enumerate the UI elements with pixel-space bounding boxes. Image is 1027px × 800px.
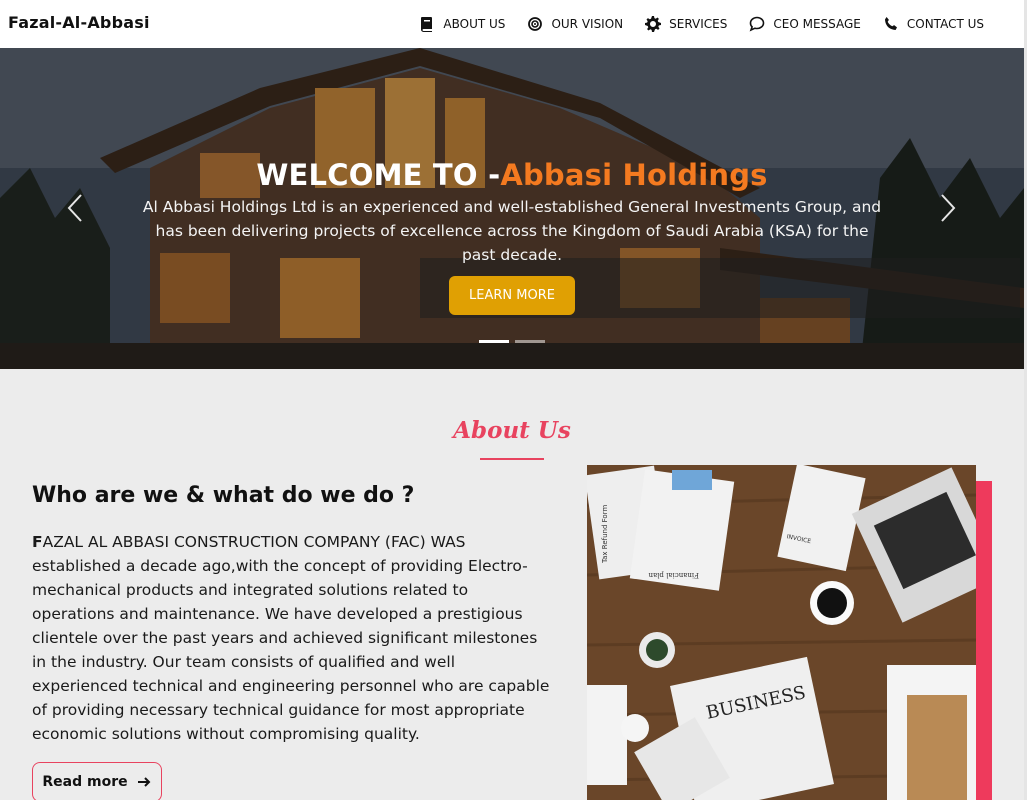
carousel-prev-button[interactable] — [66, 193, 86, 223]
brand-logo-text[interactable]: Fazal-Al-Abbasi — [8, 13, 150, 32]
gear-icon — [645, 16, 662, 32]
photo-label-financial-plan: Financial plan — [648, 571, 699, 579]
about-subheading: Who are we & what do we do ? — [32, 483, 415, 508]
nav-ceo-message[interactable]: CEO MESSAGE — [749, 16, 861, 32]
hero-carousel: WELCOME TO -Abbasi Holdings Al Abbasi Ho… — [0, 48, 1024, 369]
nav-about-us-label: ABOUT US — [443, 17, 506, 31]
nav-contact-us-label: CONTACT US — [906, 17, 984, 31]
nav-services-label: SERVICES — [669, 17, 728, 31]
photo-accent-bar — [976, 481, 992, 800]
about-paragraph: FAZAL AL ABBASI CONSTRUCTION COMPANY (FA… — [32, 530, 552, 746]
carousel-indicator-1[interactable] — [479, 340, 509, 343]
nav-contact-us[interactable]: CONTACT US — [883, 16, 984, 32]
carousel-indicator-2[interactable] — [515, 340, 545, 343]
arrow-right-icon — [137, 777, 151, 787]
chat-bubble-icon — [749, 16, 765, 32]
hero-title-prefix: WELCOME TO - — [256, 158, 501, 192]
desk-photo-illustration: Tax Refund Form Financial plan INVOICE B… — [587, 465, 976, 800]
hero-title: WELCOME TO -Abbasi Holdings — [0, 158, 1024, 192]
learn-more-button[interactable]: LEARN MORE — [449, 276, 575, 315]
hero-description: Al Abbasi Holdings Ltd is an experienced… — [142, 198, 882, 264]
chevron-right-icon — [941, 194, 956, 222]
carousel-indicators — [479, 340, 545, 343]
about-desk-photo: Tax Refund Form Financial plan INVOICE B… — [587, 465, 976, 800]
about-paragraph-text: AZAL AL ABBASI CONSTRUCTION COMPANY (FAC… — [32, 533, 550, 743]
carousel-next-button[interactable] — [937, 193, 957, 223]
read-more-button[interactable]: Read more — [32, 762, 162, 800]
about-heading-underline — [480, 458, 544, 460]
nav-links: ABOUT US OUR VISION SERVICES CEO MESSAGE… — [419, 0, 984, 48]
nav-about-us[interactable]: ABOUT US — [419, 16, 505, 32]
about-section-heading: About Us — [453, 417, 571, 444]
phone-icon — [884, 17, 897, 30]
target-icon — [528, 17, 543, 31]
nav-our-vision[interactable]: OUR VISION — [527, 16, 623, 32]
about-drop-letter: F — [32, 533, 43, 551]
chevron-left-icon — [67, 194, 82, 222]
nav-ceo-message-label: CEO MESSAGE — [773, 17, 861, 31]
hero-title-accent: Abbasi Holdings — [500, 158, 768, 192]
book-icon — [421, 17, 433, 32]
read-more-label: Read more — [42, 774, 128, 790]
nav-our-vision-label: OUR VISION — [551, 17, 624, 31]
photo-label-tax-form: Tax Refund Form — [601, 505, 609, 564]
nav-services[interactable]: SERVICES — [645, 16, 727, 32]
top-navbar: Fazal-Al-Abbasi ABOUT US OUR VISION SERV… — [0, 0, 1024, 48]
